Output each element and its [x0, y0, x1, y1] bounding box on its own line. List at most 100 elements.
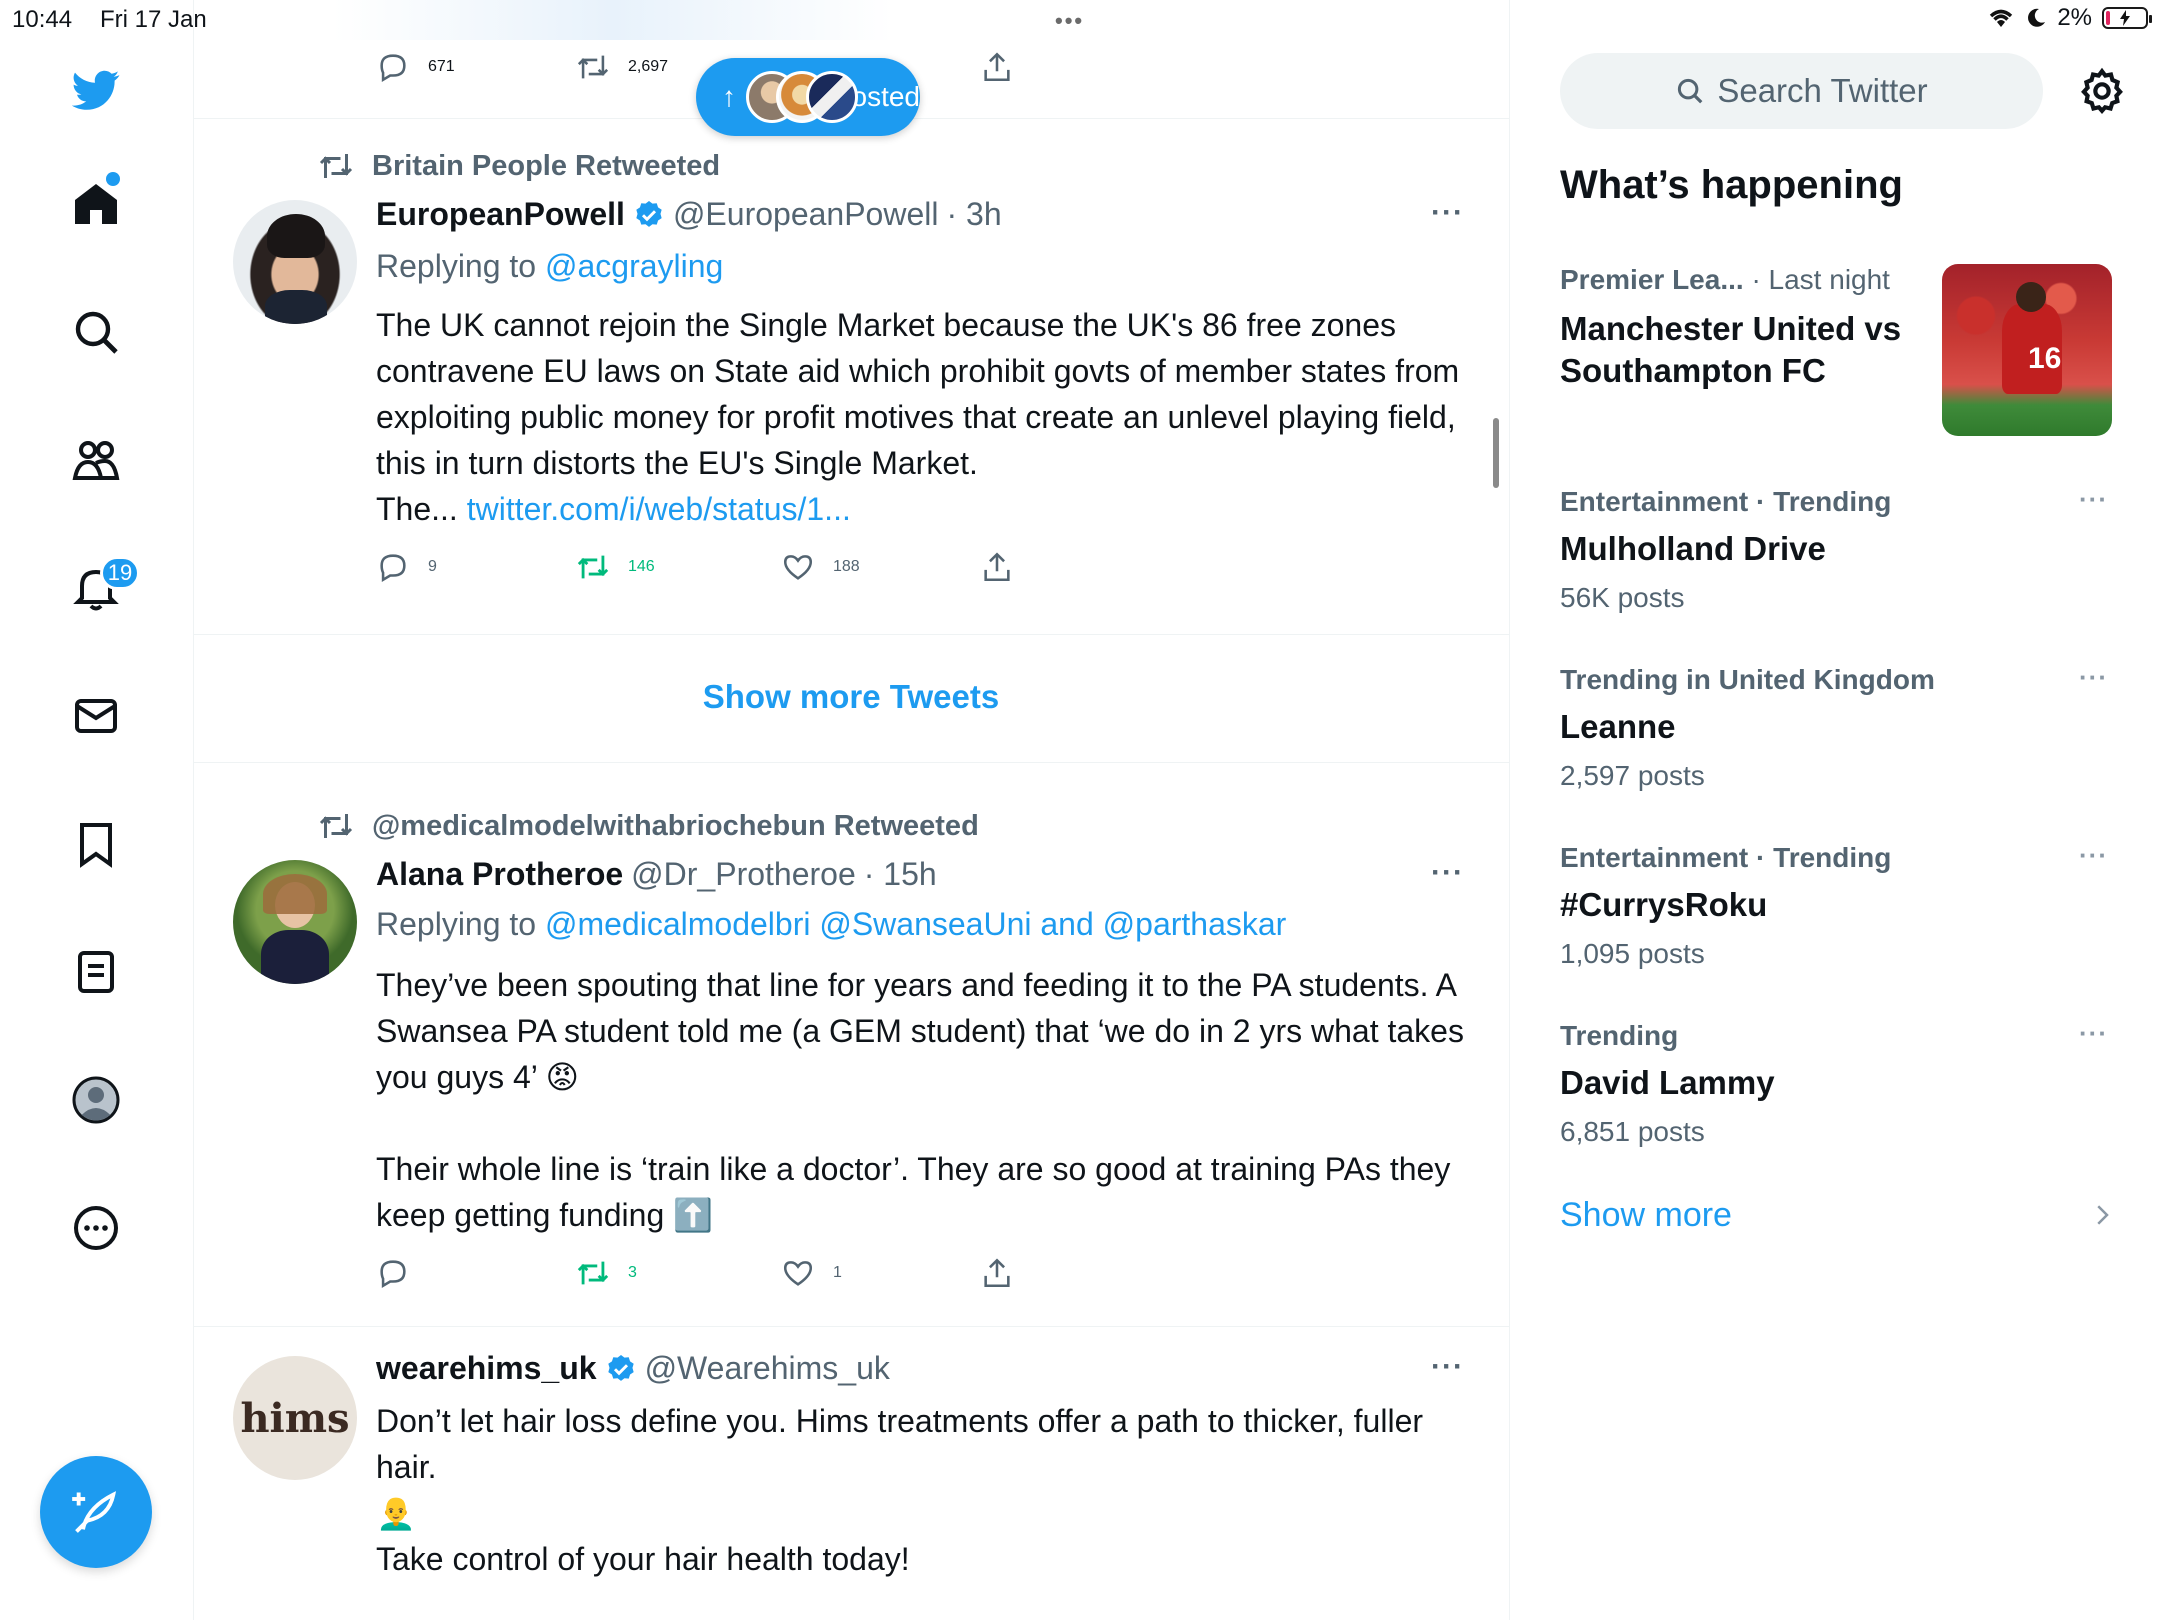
messages-icon[interactable]	[60, 680, 132, 752]
retweet-icon	[577, 1261, 609, 1285]
retweet-icon	[319, 814, 353, 838]
heart-icon	[783, 555, 813, 580]
reply-action[interactable]	[376, 1256, 428, 1290]
tweet-link[interactable]: twitter.com/i/web/status/1...	[467, 491, 851, 527]
bookmarks-icon[interactable]	[60, 808, 132, 880]
replying-to: Replying to @medicalmodelbri @SwanseaUni…	[376, 906, 1286, 943]
tweet-author-row: EuropeanPowell @EuropeanPowell · 3h	[376, 196, 1002, 233]
retweet-icon	[319, 154, 353, 178]
trend-category: Entertainment · Trending	[1560, 486, 1892, 517]
retweet-icon	[577, 55, 609, 79]
tweet-time: · 15h	[863, 856, 937, 892]
trend-category: Premier Lea...	[1560, 264, 1744, 295]
share-icon[interactable]	[980, 550, 1014, 584]
trend-thumbnail[interactable]: 16	[1942, 264, 2112, 436]
compose-feather-icon	[72, 1491, 117, 1533]
retweet-count: 146	[628, 558, 655, 575]
replying-to: Replying to @acgrayling	[376, 248, 723, 285]
trend-name[interactable]: Manchester United vs Southampton FC	[1560, 308, 1930, 392]
trend-name[interactable]: David Lammy	[1560, 1062, 1775, 1104]
faded-media-edge	[333, 0, 893, 40]
retweet-count: 3	[628, 1264, 637, 1281]
more-options-icon[interactable]	[60, 1192, 132, 1264]
trend-name[interactable]: Leanne	[1560, 706, 1676, 748]
tweet-more-icon[interactable]: ···	[1431, 196, 1464, 230]
home-icon[interactable]	[60, 168, 132, 240]
share-icon[interactable]	[980, 50, 1014, 84]
like-count: 188	[833, 558, 860, 575]
scrollbar[interactable]	[1493, 418, 1499, 488]
replying-handle-link[interactable]: @acgrayling	[545, 248, 723, 284]
tweet-time: · 3h	[946, 196, 1002, 232]
search-nav-icon[interactable]	[60, 296, 132, 368]
whats-happening-title: What’s happening	[1560, 163, 1903, 207]
trend-count: 56K posts	[1560, 582, 1685, 613]
divider	[193, 634, 1509, 635]
tweet-text: Don’t let hair loss define you. Hims tre…	[376, 1403, 1424, 1577]
tweet-author-row: Alana Protheroe @Dr_Protheroe · 15h	[376, 856, 937, 893]
lists-icon[interactable]	[60, 936, 132, 1008]
search-placeholder: Search Twitter	[1717, 72, 1928, 109]
profile-avatar-icon[interactable]	[60, 1064, 132, 1136]
avatar[interactable]	[233, 200, 357, 324]
posted-avatars	[746, 71, 858, 123]
retweet-count: 2,697	[628, 58, 669, 75]
replying-handle-link[interactable]: @medicalmodelbri @SwanseaUni and @partha…	[545, 906, 1286, 942]
notifications-badge: 19	[100, 556, 140, 590]
reply-action[interactable]: 9	[376, 550, 437, 584]
author-name[interactable]: EuropeanPowell	[376, 196, 625, 233]
author-handle[interactable]: @Dr_Protheroe	[631, 856, 856, 893]
timeline: 671 2,697 ↑ posted Britain People Retwee…	[193, 0, 1510, 1620]
reply-count: 9	[428, 558, 437, 575]
avatar[interactable]: hims	[233, 1356, 357, 1480]
verified-badge-icon	[607, 1354, 634, 1381]
new-posts-pill[interactable]: ↑ posted	[696, 58, 920, 136]
trend-count: 2,597 posts	[1560, 760, 1705, 791]
twitter-logo-icon[interactable]	[60, 54, 132, 126]
retweet-context: Britain People Retweeted	[318, 148, 720, 184]
tweet-more-icon[interactable]: ···	[1431, 1350, 1464, 1384]
tweet-author-row: wearehims_uk @Wearehims_uk	[376, 1350, 890, 1387]
gear-icon[interactable]	[2077, 66, 2127, 116]
reply-icon	[380, 554, 406, 583]
trend-more-icon[interactable]: ···	[2079, 484, 2108, 515]
like-count: 1	[833, 1264, 842, 1281]
trend-more-icon[interactable]: ···	[2079, 840, 2108, 871]
home-unread-dot	[106, 172, 120, 186]
reply-action[interactable]: 671	[376, 50, 455, 84]
retweet-action[interactable]: 3	[576, 1256, 637, 1290]
hims-logo-text: hims	[240, 1394, 350, 1442]
trend-category: Entertainment · Trending	[1560, 842, 1892, 873]
trend-count: 6,851 posts	[1560, 1116, 1705, 1147]
chevron-right-icon[interactable]	[2087, 1200, 2117, 1230]
trend-more-icon[interactable]: ···	[2079, 662, 2108, 693]
trend-more-icon[interactable]: ···	[2079, 1018, 2108, 1049]
tweet-text: The UK cannot rejoin the Single Market b…	[376, 302, 1466, 532]
share-icon[interactable]	[980, 1256, 1014, 1290]
reply-icon	[380, 54, 406, 83]
avatar	[806, 71, 858, 123]
left-nav: 19	[0, 0, 194, 1620]
tweet-more-icon[interactable]: ···	[1431, 856, 1464, 890]
trend-name[interactable]: #CurrysRoku	[1560, 884, 1767, 926]
avatar[interactable]	[233, 860, 357, 984]
replying-prefix: Replying to	[376, 906, 537, 942]
show-more-tweets-link[interactable]: Show more Tweets	[193, 678, 1509, 716]
author-handle[interactable]: @Wearehims_uk	[645, 1350, 890, 1387]
compose-tweet-button[interactable]	[40, 1456, 152, 1568]
retweet-action[interactable]: 146	[576, 550, 655, 584]
divider	[193, 762, 1509, 763]
reply-count: 671	[428, 58, 455, 75]
retweet-action[interactable]: 2,697	[576, 50, 668, 84]
like-icon-peek	[773, 52, 793, 62]
author-handle[interactable]: @EuropeanPowell	[673, 196, 939, 233]
trend-name[interactable]: Mulholland Drive	[1560, 528, 1826, 570]
like-action[interactable]: 188	[781, 550, 860, 584]
like-action[interactable]: 1	[781, 1256, 842, 1290]
author-name[interactable]: wearehims_uk	[376, 1350, 597, 1387]
communities-icon[interactable]	[60, 424, 132, 496]
author-name[interactable]: Alana Protheroe	[376, 856, 623, 893]
verified-badge-icon	[636, 200, 662, 227]
search-input[interactable]: Search Twitter	[1560, 53, 2043, 129]
show-more-trends-link[interactable]: Show more	[1560, 1196, 1732, 1235]
